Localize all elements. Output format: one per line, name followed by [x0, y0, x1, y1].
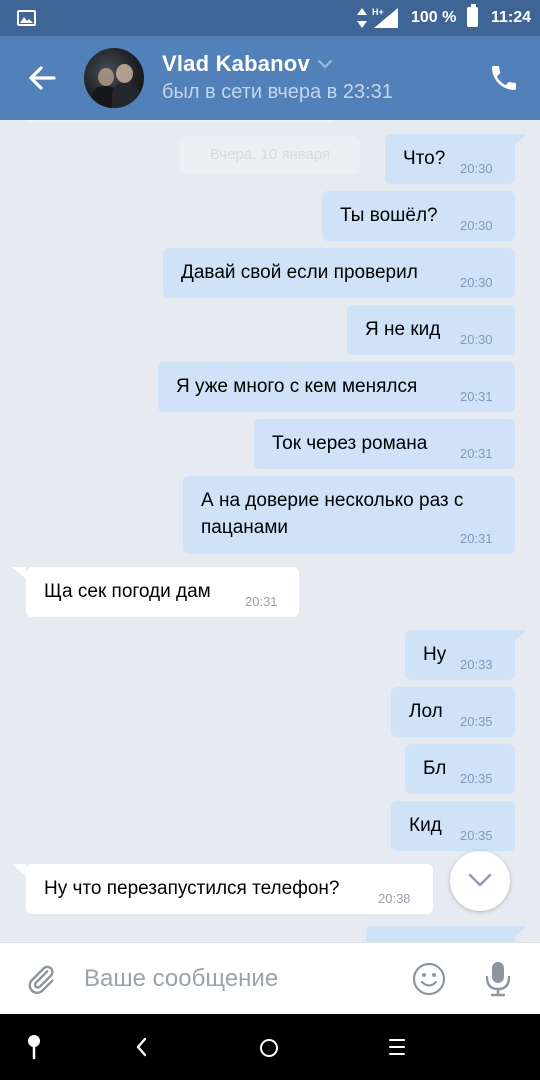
network-type-label: H+	[372, 7, 384, 17]
system-navigation-bar	[0, 1014, 540, 1080]
last-seen-status: был в сети вчера в 23:31	[162, 81, 393, 103]
battery-icon	[467, 4, 478, 27]
message-text: Давай свой если проверил	[181, 262, 418, 283]
message-text: Бл	[423, 758, 447, 779]
status-clock: 11:24	[491, 9, 532, 26]
message-text: Ну	[423, 644, 447, 665]
message-bubble-outgoing[interactable]: Бл 20:35	[405, 744, 515, 794]
message-text: Я не кид	[365, 319, 441, 340]
message-time: 20:31	[460, 389, 493, 404]
back-arrow-icon[interactable]	[24, 60, 60, 96]
message-input[interactable]	[84, 957, 394, 1001]
phone-call-icon[interactable]	[488, 62, 520, 94]
message-bubble-outgoing-partial[interactable]	[366, 926, 527, 942]
message-bubble-outgoing[interactable]: Что? 20:30	[385, 134, 527, 184]
message-text-line-2: пацанами	[201, 517, 289, 538]
message-text-line-1: А на доверие несколько раз с	[201, 490, 464, 511]
message-bubble-outgoing[interactable]: Кид 20:35	[391, 801, 515, 851]
smiley-icon[interactable]	[411, 961, 447, 997]
message-time: 20:33	[460, 657, 493, 672]
paperclip-icon[interactable]	[24, 962, 58, 996]
message-bubble-outgoing[interactable]: Ток через романа 20:31	[254, 419, 515, 469]
contact-name[interactable]: Vlad Kabanov	[162, 51, 310, 77]
vibrate-icon	[357, 8, 367, 28]
message-bubble-outgoing[interactable]: Я не кид 20:30	[347, 305, 515, 355]
message-bubble-outgoing[interactable]: А на доверие несколько раз с пацанами 20…	[183, 476, 515, 554]
message-time: 20:35	[460, 828, 493, 843]
message-list[interactable]: Вчера, 10 января Что? 20:30 Ты вошёл? 20…	[0, 120, 540, 942]
message-time: 20:30	[460, 218, 493, 233]
message-time: 20:38	[378, 891, 411, 906]
message-time: 20:30	[460, 275, 493, 290]
message-bubble-outgoing[interactable]: Ты вошёл? 20:30	[322, 191, 515, 241]
message-time: 20:35	[460, 771, 493, 786]
chevron-down-icon[interactable]	[316, 58, 334, 70]
microphone-icon[interactable]	[483, 960, 513, 998]
message-bubble-outgoing[interactable]: Лол 20:35	[391, 687, 515, 737]
battery-percent: 100 %	[411, 9, 457, 26]
nav-home-icon[interactable]	[260, 1039, 278, 1057]
nav-menu-icon[interactable]	[389, 1038, 405, 1056]
nav-back-icon[interactable]	[134, 1036, 148, 1058]
message-bubble-outgoing[interactable]: Я уже много с кем менялся 20:31	[158, 362, 515, 412]
message-text: Я уже много с кем менялся	[176, 376, 418, 397]
message-text: Ты вошёл?	[340, 205, 438, 226]
contact-avatar[interactable]	[84, 48, 144, 108]
message-time: 20:31	[460, 531, 493, 546]
message-time: 20:35	[460, 714, 493, 729]
chat-header: Vlad Kabanov был в сети вчера в 23:31	[0, 36, 540, 120]
message-time: 20:30	[460, 161, 493, 176]
signal-icon: H+	[372, 7, 398, 28]
chevron-down-icon	[468, 873, 492, 887]
message-time: 20:30	[460, 332, 493, 347]
scroll-to-bottom-button[interactable]	[450, 851, 510, 911]
message-bubble-outgoing[interactable]: Давай свой если проверил 20:30	[163, 248, 515, 298]
status-bar: H+ 100 % 11:24	[0, 0, 540, 36]
message-text: Ну что перезапустился телефон?	[44, 878, 340, 899]
message-bubble-outgoing[interactable]: Ну 20:33	[405, 630, 527, 680]
message-text: Кид	[409, 815, 442, 836]
pin-icon[interactable]	[26, 1034, 42, 1060]
previous-message-edge	[24, 120, 336, 122]
image-notification-icon	[17, 10, 36, 26]
date-separator: Вчера, 10 января	[180, 136, 360, 174]
message-composer	[0, 942, 540, 1014]
message-bubble-incoming[interactable]: Ща сек погоди дам 20:31	[12, 567, 299, 617]
message-time: 20:31	[460, 446, 493, 461]
message-text: Ща сек погоди дам	[44, 581, 211, 602]
message-text: Ток через романа	[272, 433, 428, 454]
message-bubble-incoming[interactable]: Ну что перезапустился телефон? 20:38	[12, 864, 433, 914]
message-text: Лол	[409, 701, 443, 722]
message-time: 20:31	[245, 594, 278, 609]
message-text: Что?	[403, 148, 446, 169]
